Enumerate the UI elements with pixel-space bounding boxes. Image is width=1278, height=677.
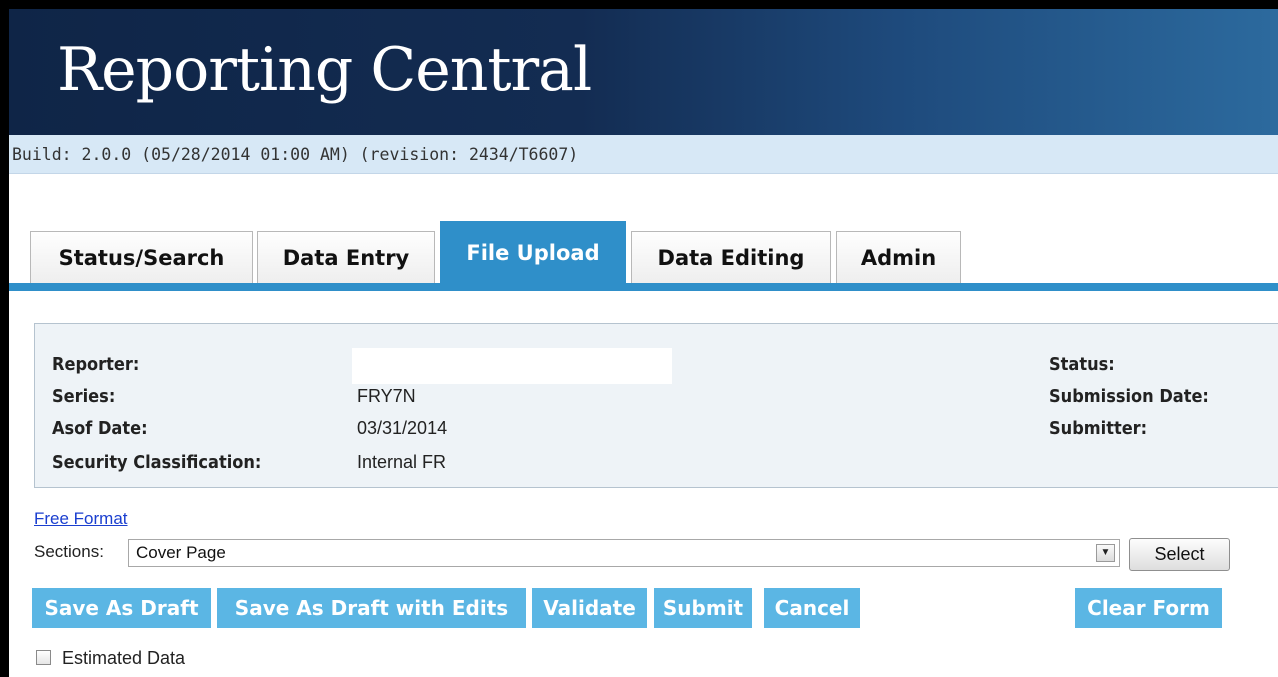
main-tabs: Status/Search Data Entry File Upload Dat… <box>9 221 1278 283</box>
submit-button[interactable]: Submit <box>654 588 752 628</box>
tab-file-upload[interactable]: File Upload <box>440 221 626 283</box>
tab-underline <box>9 283 1278 291</box>
estimated-data-checkbox[interactable] <box>36 650 51 665</box>
sections-label: Sections: <box>34 542 104 561</box>
status-label: Status: <box>1049 354 1115 375</box>
security-classification-value: Internal FR <box>357 452 447 472</box>
series-label: Series: <box>52 386 116 407</box>
sections-selected-value: Cover Page <box>136 543 226 562</box>
validate-button[interactable]: Validate <box>532 588 647 628</box>
reporter-label: Reporter: <box>52 354 140 375</box>
save-as-draft-with-edits-button[interactable]: Save As Draft with Edits <box>217 588 526 628</box>
select-button[interactable]: Select <box>1129 538 1230 571</box>
tab-data-entry[interactable]: Data Entry <box>257 231 435 283</box>
sections-dropdown[interactable]: Cover Page ▼ <box>128 539 1120 567</box>
tab-status-search[interactable]: Status/Search <box>30 231 253 283</box>
clear-form-button[interactable]: Clear Form <box>1075 588 1222 628</box>
chevron-down-icon[interactable]: ▼ <box>1096 544 1115 562</box>
cancel-button[interactable]: Cancel <box>764 588 860 628</box>
report-info-panel: Reporter: Series: FRY7N Asof Date: 03/31… <box>34 323 1278 488</box>
tab-admin[interactable]: Admin <box>836 231 961 283</box>
tab-data-editing[interactable]: Data Editing <box>631 231 831 283</box>
submission-date-label: Submission Date: <box>1049 386 1209 407</box>
reporter-value <box>352 348 672 384</box>
series-value: FRY7N <box>357 386 416 406</box>
estimated-data-label: Estimated Data <box>62 648 186 668</box>
submitter-label: Submitter: <box>1049 418 1148 439</box>
asof-date-label: Asof Date: <box>52 418 148 439</box>
app-banner: Reporting Central <box>9 9 1278 135</box>
security-classification-label: Security Classification: <box>52 452 262 473</box>
app-frame: Reporting Central Build: 2.0.0 (05/28/20… <box>9 9 1278 677</box>
build-info: Build: 2.0.0 (05/28/2014 01:00 AM) (revi… <box>9 135 1278 174</box>
free-format-link[interactable]: Free Format <box>34 509 128 529</box>
save-as-draft-button[interactable]: Save As Draft <box>32 588 211 628</box>
asof-date-value: 03/31/2014 <box>357 418 448 438</box>
app-title: Reporting Central <box>57 35 592 105</box>
